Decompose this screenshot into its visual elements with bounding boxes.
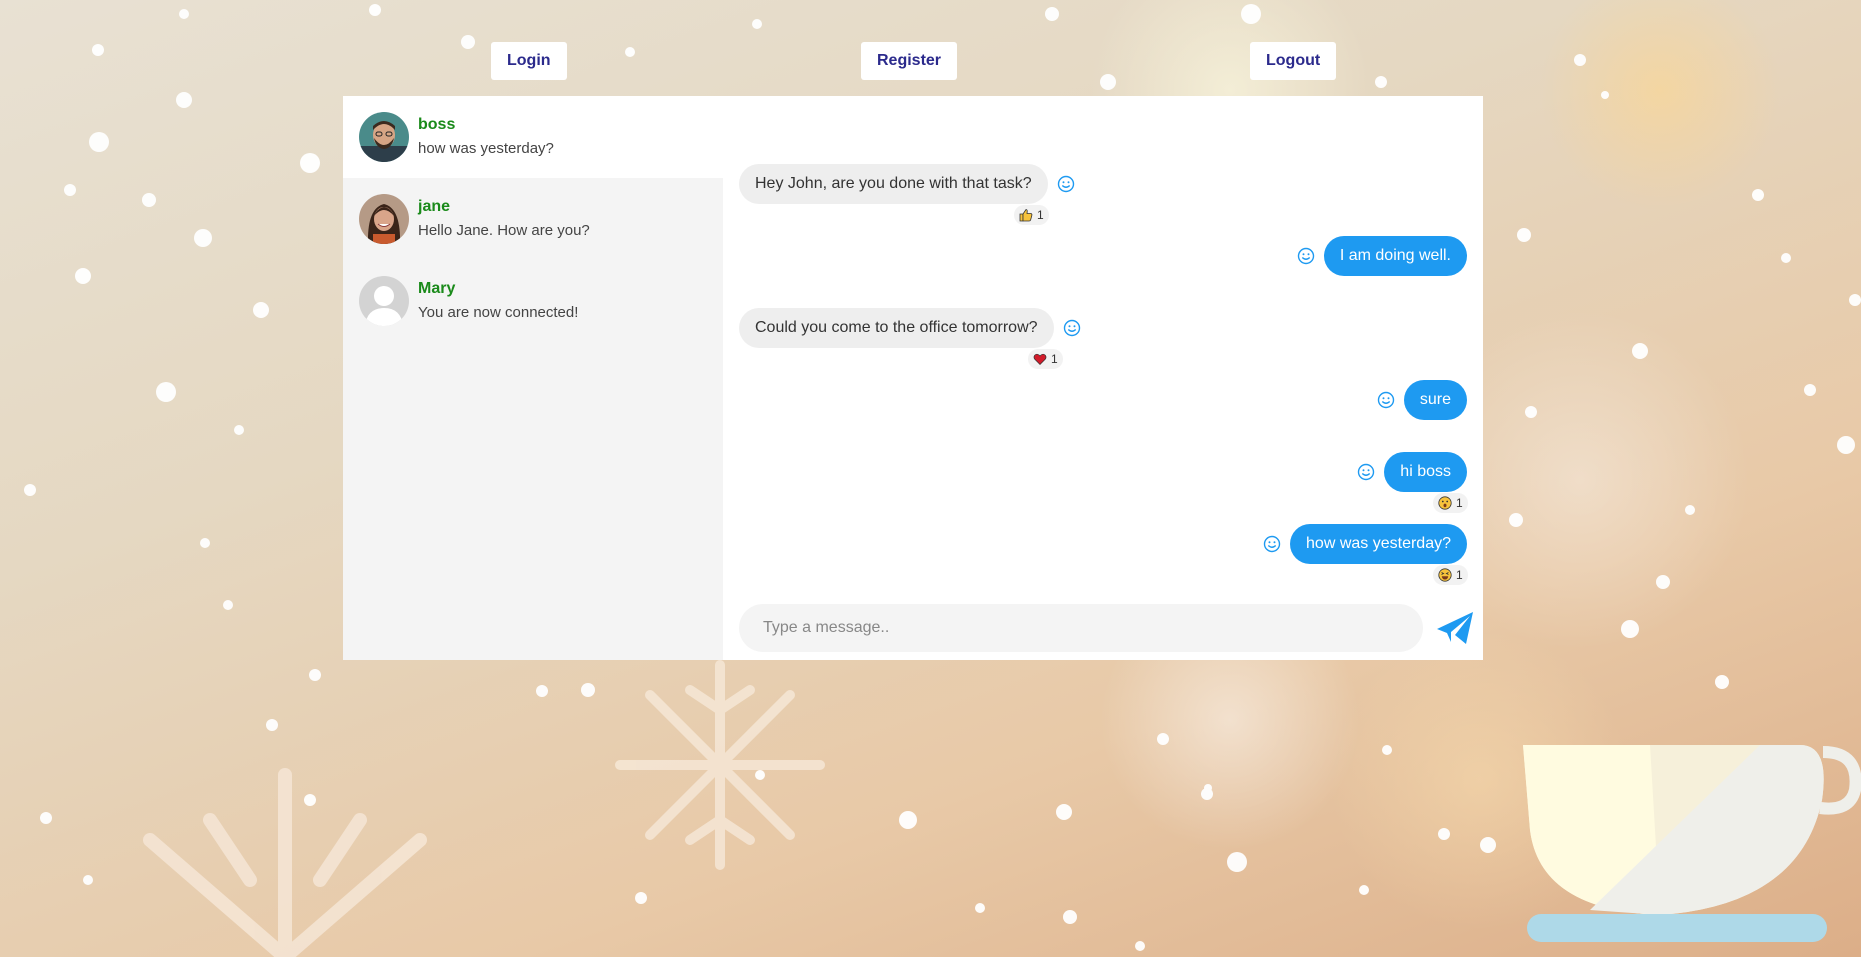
reaction-count: 1 (1456, 496, 1463, 510)
message-bubble-incoming: Hey John, are you done with that task? (739, 164, 1048, 204)
surprised-face-icon (1438, 496, 1452, 510)
reaction-badge[interactable]: 1 (1433, 565, 1468, 585)
reaction-count: 1 (1037, 208, 1044, 222)
message-bubble-incoming: Could you come to the office tomorrow? (739, 308, 1054, 348)
reaction-badge[interactable]: 1 (1433, 493, 1468, 513)
reaction-count: 1 (1456, 568, 1463, 582)
message-bubble-outgoing: sure (1403, 380, 1467, 420)
send-icon[interactable] (1435, 608, 1475, 648)
avatar-boss (359, 112, 409, 162)
login-button[interactable]: Login (491, 42, 567, 80)
contact-preview: how was yesterday? (418, 140, 554, 157)
teacup (1523, 745, 1861, 942)
add-reaction-smiley-icon[interactable] (1297, 247, 1315, 265)
grinning-squint-face-icon (1438, 568, 1452, 582)
snowflake-large (143, 768, 427, 957)
contact-preview: You are now connected! (418, 304, 579, 321)
conversation-panel: Hey John, are you done with that task? 1… (723, 96, 1483, 660)
message-row: I am doing well. (1288, 236, 1467, 276)
contact-name: boss (418, 116, 456, 133)
add-reaction-smiley-icon[interactable] (1057, 175, 1075, 193)
contact-item-boss[interactable]: boss how was yesterday? (343, 96, 723, 178)
reaction-badge[interactable]: 1 (1014, 205, 1049, 225)
add-reaction-smiley-icon[interactable] (1263, 535, 1281, 553)
contact-preview: Hello Jane. How are you? (418, 222, 590, 239)
chat-window: boss how was yesterday? jane Hello Jane.… (343, 96, 1483, 660)
message-row: how was yesterday? (1254, 524, 1467, 564)
message-row: hi boss (1348, 452, 1467, 492)
message-bubble-outgoing: how was yesterday? (1290, 524, 1467, 564)
message-row: sure (1368, 380, 1467, 420)
contact-name: jane (418, 198, 451, 215)
add-reaction-smiley-icon[interactable] (1357, 463, 1375, 481)
message-input[interactable] (739, 604, 1423, 652)
avatar-placeholder-icon (359, 276, 409, 326)
heart-icon (1033, 353, 1047, 365)
add-reaction-smiley-icon[interactable] (1063, 319, 1081, 337)
contact-list: boss how was yesterday? jane Hello Jane.… (343, 96, 723, 660)
message-row: Could you come to the office tomorrow? (739, 308, 1090, 348)
avatar-jane (359, 194, 409, 244)
snowflake-small (615, 660, 825, 870)
reaction-badge[interactable]: 1 (1028, 349, 1063, 369)
register-button[interactable]: Register (861, 42, 958, 80)
message-row: Hey John, are you done with that task? (739, 164, 1084, 204)
logout-button[interactable]: Logout (1250, 42, 1337, 80)
contact-item-jane[interactable]: jane Hello Jane. How are you? (343, 178, 723, 260)
contact-item-mary[interactable]: Mary You are now connected! (343, 260, 723, 342)
message-bubble-outgoing: hi boss (1384, 452, 1467, 492)
thumbs-up-icon (1019, 209, 1033, 222)
add-reaction-smiley-icon[interactable] (1377, 391, 1395, 409)
message-bubble-outgoing: I am doing well. (1323, 236, 1467, 276)
contact-name: Mary (418, 280, 456, 297)
reaction-count: 1 (1051, 352, 1058, 366)
